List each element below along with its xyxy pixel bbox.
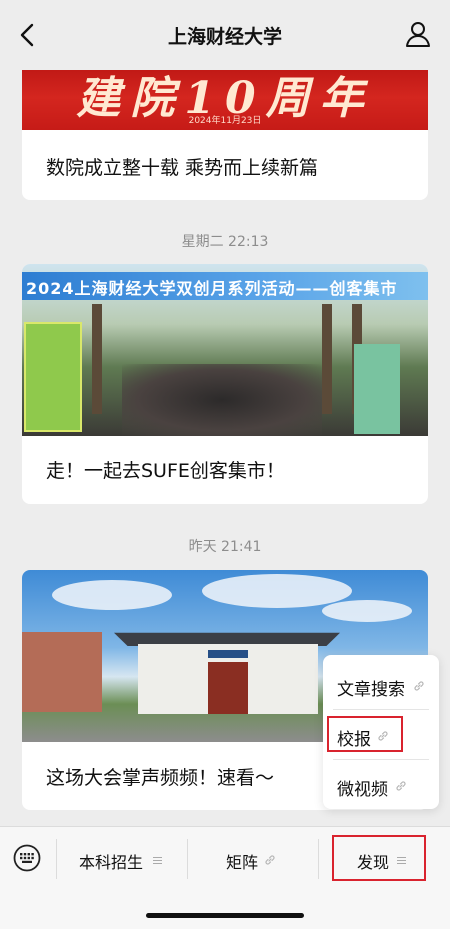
cloud xyxy=(52,580,172,610)
link-icon xyxy=(396,781,406,791)
menu-tab-undergrad-admission[interactable]: 本科招生 xyxy=(57,827,187,893)
menu-tab-label: 矩阵 xyxy=(226,853,259,872)
event-banner: 2024上海财经大学双创月系列活动——创客集市 xyxy=(22,272,428,300)
home-indicator[interactable] xyxy=(146,913,304,918)
highlight-box xyxy=(327,716,403,752)
menu-tab-matrix[interactable]: 矩阵 xyxy=(188,827,318,893)
display-board xyxy=(354,344,400,434)
safe-area xyxy=(0,892,450,929)
article-title: 这场大会掌声频频！速看～ xyxy=(46,767,275,789)
tree xyxy=(92,304,102,414)
menu-lines-icon xyxy=(153,856,162,865)
timestamp: 昨天 21:41 xyxy=(188,539,262,555)
menu-item-label: 文章搜索 xyxy=(337,680,405,700)
nav-header: 上海财经大学 xyxy=(0,0,450,70)
building xyxy=(22,632,102,712)
person-icon[interactable] xyxy=(404,20,432,48)
gate-door xyxy=(208,662,248,714)
article-card[interactable]: 建院10周年 2024年11月23日 数院成立整十载 乘势而上续新篇 xyxy=(22,58,428,200)
link-icon xyxy=(414,681,424,691)
menu-item-article-search[interactable]: 文章搜索 xyxy=(323,659,439,709)
gate-roof xyxy=(114,632,340,646)
menu-item-label: 微视频 xyxy=(337,780,388,800)
crowd xyxy=(122,364,322,436)
banner-date: 2024年11月23日 xyxy=(188,116,262,126)
article-title: 数院成立整十载 乘势而上续新篇 xyxy=(46,157,319,179)
menu-item-micro-video[interactable]: 微视频 xyxy=(323,759,439,809)
discover-submenu: 文章搜索 校报 微视频 xyxy=(323,655,439,809)
gate-plaque xyxy=(208,650,248,658)
keyboard-icon[interactable] xyxy=(13,844,41,872)
page-title: 上海财经大学 xyxy=(167,26,282,48)
article-card[interactable]: 2024上海财经大学双创月系列活动——创客集市 走！一起去SUFE创客集市！ xyxy=(22,264,428,504)
official-account-menu-bar: 本科招生 矩阵 发现 xyxy=(0,826,450,892)
display-board xyxy=(24,322,82,432)
link-icon xyxy=(265,855,275,865)
cloud xyxy=(202,574,352,608)
timestamp: 星期二 22:13 xyxy=(181,234,269,250)
cloud xyxy=(322,600,412,622)
menu-tab-label: 本科招生 xyxy=(79,853,144,872)
tree xyxy=(322,304,332,414)
article-cover-image: 2024上海财经大学双创月系列活动——创客集市 xyxy=(22,264,428,436)
event-banner-text: 2024上海财经大学双创月系列活动——创客集市 xyxy=(26,279,398,298)
highlight-box xyxy=(332,835,426,881)
article-title: 走！一起去SUFE创客集市！ xyxy=(46,460,285,482)
